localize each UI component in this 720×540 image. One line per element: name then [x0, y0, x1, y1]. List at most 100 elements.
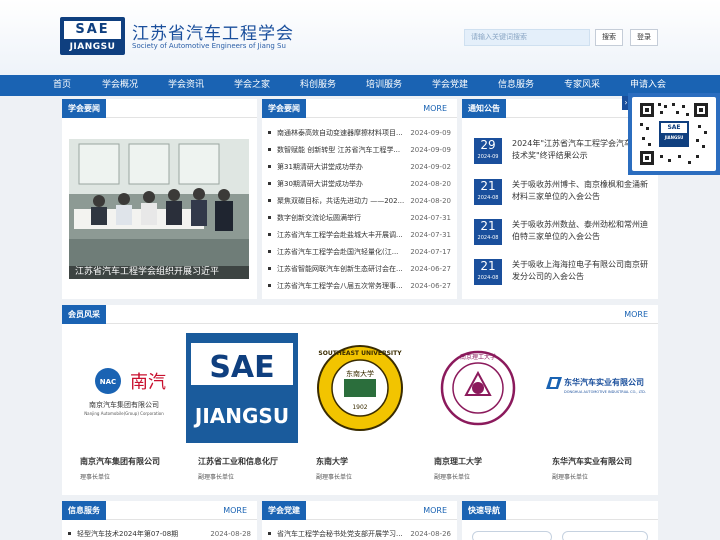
party-row[interactable]: 省汽车工程学会秘书处党支部开展学习... 2024-08-26 — [268, 526, 451, 540]
nav-about[interactable]: 学会概况 — [102, 75, 138, 96]
nav-sci-service[interactable]: 科创服务 — [300, 75, 336, 96]
notice-text[interactable]: 关于吸收苏州博卡、南京橡枫和金涌新材料三家单位的入会公告 — [512, 179, 652, 205]
news-row[interactable]: 江苏省汽车工程学会八届五次常务理事... 2024-06-27 — [268, 278, 451, 294]
bullet — [268, 532, 271, 535]
site-subtitle: Society of Automotive Engineers of Jiang… — [132, 42, 286, 50]
news-title[interactable]: 江苏省汽车工程学会八届五次常务理事... — [277, 278, 405, 294]
donghua-logo-cn: 东华汽车实业有限公司 — [564, 377, 644, 387]
qr-logo-bottom: JIANGSU — [664, 135, 684, 140]
nav-info-service[interactable]: 信息服务 — [498, 75, 534, 96]
news-title[interactable]: 第30期清研大讲堂成功举办 — [277, 176, 405, 192]
news-row[interactable]: 南通林泰高效自动变速器摩擦材料项目... 2024-09-09 — [268, 125, 451, 141]
news-date: 2024-07-17 — [410, 248, 451, 256]
news-row[interactable]: 第30期清研大讲堂成功举办 2024-08-20 — [268, 176, 451, 192]
news-row[interactable]: 江苏省智能网联汽车创新生态研讨会在... 2024-06-27 — [268, 261, 451, 277]
notice-item[interactable]: 21 2024-08 关于吸收苏州博卡、南京橡枫和金涌新材料三家单位的入会公告 — [474, 179, 649, 205]
member-name[interactable]: 南京汽车集团有限公司 — [80, 456, 160, 467]
news-title[interactable]: 江苏省智能网联汽车创新生态研讨会在... — [277, 261, 405, 277]
news-row[interactable]: 江苏省汽车工程学会赴国汽轻量化(江... 2024-07-17 — [268, 244, 451, 260]
sae-big-text: SAE — [209, 350, 274, 385]
notice-ym: 2024-08 — [477, 195, 499, 201]
notice-item[interactable]: 21 2024-08 关于吸收上海海拉电子有限公司南京研发分公司的入会公告 — [474, 259, 649, 285]
party-more-link[interactable]: MORE — [423, 501, 447, 520]
notice-text[interactable]: 关于吸收上海海拉电子有限公司南京研发分公司的入会公告 — [512, 259, 652, 285]
quick-nav-panel: 快速导航 — [462, 501, 658, 540]
search-button[interactable]: 搜索 — [595, 29, 623, 46]
bullet — [268, 233, 271, 236]
qr-logo-top: SAE — [667, 124, 681, 131]
search-input[interactable]: 请输入关键词搜索 — [464, 29, 590, 46]
member-name[interactable]: 东华汽车实业有限公司 — [552, 456, 632, 467]
qr-code-icon — [640, 103, 708, 165]
news-title[interactable]: 聚焦双碳目标，共话先进动力 ——202... — [277, 193, 405, 209]
news-date: 2024-09-09 — [410, 129, 451, 137]
party-panel: 学会党建 MORE 省汽车工程学会秘书处党支部开展学习... 2024-08-26 — [262, 501, 457, 540]
quick-nav-link[interactable] — [562, 531, 648, 540]
member-card[interactable]: 南汽 NAC 南京汽车集团有限公司 Nanjing Automobile(Gro… — [68, 333, 180, 491]
news-row[interactable]: 聚焦双碳目标，共话先进动力 ——202... 2024-08-20 — [268, 193, 451, 209]
nav-news[interactable]: 学会资讯 — [168, 75, 204, 96]
member-card[interactable]: 东华汽车实业有限公司 DONGHUA AUTOMOTIVE INDUSTRIAL… — [540, 333, 652, 491]
bullet — [268, 284, 271, 287]
party-date: 2024-08-26 — [410, 530, 451, 538]
notice-date-badge: 21 2024-08 — [474, 219, 502, 245]
info-service-panel: 信息服务 MORE 轻型汽车技术2024年第07-08期 2024-08-28 — [62, 501, 257, 540]
member-card[interactable]: 东南大学 1902 SOUTHEAST UNIVERSITY 东南大学 副理事长… — [304, 333, 416, 491]
donghua-logo-en: DONGHUA AUTOMOTIVE INDUSTRIAL CO., LTD. — [564, 390, 646, 394]
featured-panel: 学会要闻 江苏省汽车工程学会组织开展习近平 — [62, 99, 257, 299]
news-title[interactable]: 江苏省汽车工程学会赴国汽轻量化(江... — [277, 244, 405, 260]
sae-logo[interactable]: SAE JIANGSU — [60, 17, 125, 55]
sae-jiangsu-logo: SAE JIANGSU — [186, 333, 298, 443]
nav-training[interactable]: 培训服务 — [366, 75, 402, 96]
nav-experts[interactable]: 专家风采 — [564, 75, 600, 96]
info-title[interactable]: 轻型汽车技术2024年第07-08期 — [77, 526, 205, 540]
notice-text[interactable]: 关于吸收苏州数益、泰州劲松和常州迪伯特三家单位的入会公告 — [512, 219, 652, 245]
members-more-link[interactable]: MORE — [624, 305, 648, 324]
member-card[interactable]: SAE JIANGSU 江苏省工业和信息化厅 副理事长单位 — [186, 333, 298, 491]
donghua-logo: 东华汽车实业有限公司 DONGHUA AUTOMOTIVE INDUSTRIAL… — [540, 333, 652, 443]
news-date: 2024-08-20 — [410, 197, 451, 205]
quick-nav-link[interactable] — [472, 531, 552, 540]
news-title[interactable]: 数字创新交流论坛圆满举行 — [277, 210, 405, 226]
sae-jiangsu-logo-icon: SAE JIANGSU — [186, 333, 298, 443]
party-title[interactable]: 省汽车工程学会秘书处党支部开展学习... — [277, 526, 405, 540]
news-row[interactable]: 第31期清研大讲堂成功举办 2024-09-02 — [268, 159, 451, 175]
member-role: 理事长单位 — [80, 474, 111, 481]
notice-item[interactable]: 29 2024-09 2024年"江苏省汽车工程学会汽车科学技术奖"终评结果公示 — [474, 138, 649, 164]
info-more-link[interactable]: MORE — [223, 501, 247, 520]
news-title[interactable]: 江苏省汽车工程学会赴盐城大丰开展调... — [277, 227, 405, 243]
quick-nav-label: 快速导航 — [462, 501, 506, 520]
quick-nav-header: 快速导航 — [462, 501, 658, 520]
nav-home[interactable]: 首页 — [53, 75, 71, 96]
main-nav: 首页 学会概况 学会资讯 学会之家 科创服务 培训服务 学会党建 信息服务 专家… — [0, 75, 720, 96]
member-name[interactable]: 江苏省工业和信息化厅 — [198, 456, 278, 467]
notice-date-badge: 21 2024-08 — [474, 259, 502, 285]
nav-party[interactable]: 学会党建 — [432, 75, 468, 96]
notice-day: 21 — [480, 259, 496, 273]
nav-home-of-society[interactable]: 学会之家 — [234, 75, 270, 96]
member-name[interactable]: 东南大学 — [316, 456, 348, 467]
featured-photo[interactable]: 江苏省汽车工程学会组织开展习近平 — [69, 139, 249, 279]
news-more-link[interactable]: MORE — [423, 99, 447, 118]
notice-item[interactable]: 21 2024-08 关于吸收苏州数益、泰州劲松和常州迪伯特三家单位的入会公告 — [474, 219, 649, 245]
member-role: 副理事长单位 — [198, 474, 235, 481]
news-row[interactable]: 江苏省汽车工程学会赴盐城大丰开展调... 2024-07-31 — [268, 227, 451, 243]
info-date: 2024-08-28 — [210, 530, 251, 538]
news-title[interactable]: 南通林泰高效自动变速器摩擦材料项目... — [277, 125, 405, 141]
njust-emblem-icon: 南京理工大学 — [440, 350, 516, 426]
member-card[interactable]: 南京理工大学 南京理工大学 副理事长单位 — [422, 333, 534, 491]
news-date: 2024-06-27 — [410, 282, 451, 290]
members-panel-header: 会员风采 MORE — [62, 305, 658, 324]
info-row[interactable]: 轻型汽车技术2024年第07-08期 2024-08-28 — [68, 526, 251, 540]
jiangsu-big-text: JIANGSU — [193, 404, 289, 428]
news-row[interactable]: 数智赋能 创新转型 江苏省汽车工程学... 2024-09-09 — [268, 142, 451, 158]
member-name[interactable]: 南京理工大学 — [434, 456, 482, 467]
seu-ring-text: SOUTHEAST UNIVERSITY — [318, 350, 402, 357]
members-header-label: 会员风采 — [62, 305, 106, 324]
news-title[interactable]: 第31期清研大讲堂成功举办 — [277, 159, 405, 175]
bullet — [68, 532, 71, 535]
news-title[interactable]: 数智赋能 创新转型 江苏省汽车工程学... — [277, 142, 405, 158]
news-row[interactable]: 数字创新交流论坛圆满举行 2024-07-31 — [268, 210, 451, 226]
login-button[interactable]: 登录 — [630, 29, 658, 46]
qr-code-widget[interactable]: SAE JIANGSU — [628, 93, 720, 175]
